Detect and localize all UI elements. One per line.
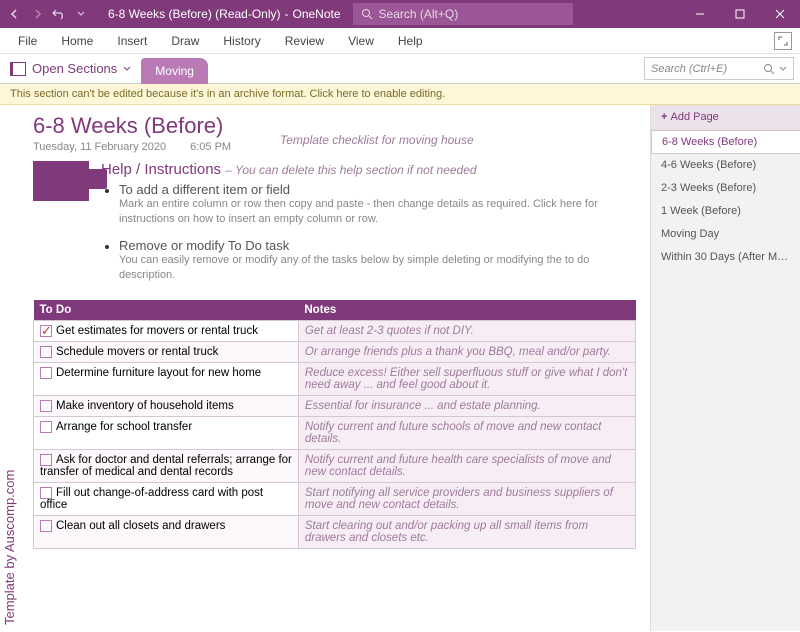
- todo-note[interactable]: Get at least 2-3 quotes if not DIY.: [298, 320, 635, 341]
- menu-help[interactable]: Help: [388, 30, 433, 52]
- th-todo: To Do: [34, 300, 299, 321]
- todo-checkbox[interactable]: [40, 400, 52, 412]
- template-credit: Template by Auscomp.com: [0, 105, 19, 631]
- moving-house-icon: [33, 161, 89, 201]
- todo-checkbox[interactable]: [40, 487, 52, 499]
- quick-search-placeholder: Search (Ctrl+E): [651, 63, 727, 75]
- search-icon: [361, 8, 373, 20]
- todo-checkbox[interactable]: [40, 421, 52, 433]
- app-title: OneNote: [293, 7, 341, 21]
- table-row: Fill out change-of-address card with pos…: [34, 482, 636, 515]
- section-tab-moving[interactable]: Moving: [141, 58, 208, 84]
- template-note: Template checklist for moving house: [280, 133, 474, 147]
- quick-search[interactable]: Search (Ctrl+E): [644, 57, 794, 80]
- page-list-item[interactable]: Within 30 Days (After Move): [651, 246, 800, 269]
- page-list-item[interactable]: 2-3 Weeks (Before): [651, 177, 800, 200]
- menu-view[interactable]: View: [338, 30, 384, 52]
- help-bullet: To add a different item or field Mark an…: [119, 182, 636, 228]
- qat-dropdown-icon[interactable]: [74, 7, 88, 21]
- th-notes: Notes: [298, 300, 635, 321]
- open-sections-dropdown[interactable]: Open Sections: [0, 54, 141, 83]
- page-list-item[interactable]: Moving Day: [651, 223, 800, 246]
- menu-file[interactable]: File: [8, 30, 47, 52]
- todo-text[interactable]: Get estimates for movers or rental truck: [56, 325, 258, 337]
- menu-draw[interactable]: Draw: [161, 30, 209, 52]
- todo-text[interactable]: Clean out all closets and drawers: [56, 520, 225, 532]
- menu-history[interactable]: History: [213, 30, 270, 52]
- table-row: Clean out all closets and drawers Start c…: [34, 515, 636, 548]
- table-row: Get estimates for movers or rental truck…: [34, 320, 636, 341]
- help-subtext: – You can delete this help section if no…: [225, 163, 476, 177]
- table-row: Make inventory of household items Essenti…: [34, 395, 636, 416]
- help-heading: Help / Instructions: [101, 161, 221, 178]
- page-list: + Add Page 6-8 Weeks (Before)4-6 Weeks (…: [650, 105, 800, 631]
- page-list-item[interactable]: 1 Week (Before): [651, 200, 800, 223]
- menu-review[interactable]: Review: [275, 30, 334, 52]
- menu-home[interactable]: Home: [51, 30, 103, 52]
- todo-checkbox[interactable]: [40, 325, 52, 337]
- todo-note[interactable]: Start notifying all service providers an…: [298, 482, 635, 515]
- page-content: Template by Auscomp.com 6-8 Weeks (Befor…: [0, 105, 650, 631]
- doc-title: 6-8 Weeks (Before) (Read-Only): [108, 7, 281, 21]
- help-bullet: Remove or modify To Do task You can easi…: [119, 238, 636, 284]
- close-button[interactable]: [760, 0, 800, 28]
- todo-note[interactable]: Or arrange friends plus a thank you BBQ,…: [298, 341, 635, 362]
- table-row: Ask for doctor and dental referrals; arr…: [34, 449, 636, 482]
- open-sections-label: Open Sections: [32, 61, 117, 76]
- fullscreen-button[interactable]: [774, 32, 792, 50]
- notebook-icon: [10, 62, 26, 76]
- todo-checkbox[interactable]: [40, 346, 52, 358]
- todo-table: To Do Notes Get estimates for movers or …: [33, 300, 636, 549]
- todo-text[interactable]: Arrange for school transfer: [56, 421, 192, 433]
- maximize-button[interactable]: [720, 0, 760, 28]
- chevron-down-icon: [779, 65, 787, 73]
- readonly-warning[interactable]: This section can't be edited because it'…: [0, 84, 800, 105]
- chevron-down-icon: [123, 65, 131, 73]
- todo-text[interactable]: Schedule movers or rental truck: [56, 346, 218, 358]
- todo-note[interactable]: Reduce excess! Either sell superfluous s…: [298, 362, 635, 395]
- table-row: Arrange for school transfer Notify curren…: [34, 416, 636, 449]
- todo-text[interactable]: Determine furniture layout for new home: [56, 367, 261, 379]
- todo-note[interactable]: Notify current and future health care sp…: [298, 449, 635, 482]
- todo-text[interactable]: Make inventory of household items: [56, 400, 234, 412]
- page-list-item[interactable]: 6-8 Weeks (Before): [651, 130, 800, 154]
- todo-checkbox[interactable]: [40, 367, 52, 379]
- page-list-item[interactable]: 4-6 Weeks (Before): [651, 154, 800, 177]
- todo-note[interactable]: Notify current and future schools of mov…: [298, 416, 635, 449]
- todo-checkbox[interactable]: [40, 454, 52, 466]
- title-search[interactable]: Search (Alt+Q): [353, 3, 573, 25]
- add-page-button[interactable]: + Add Page: [651, 105, 800, 130]
- todo-checkbox[interactable]: [40, 520, 52, 532]
- table-row: Schedule movers or rental truck Or arrang…: [34, 341, 636, 362]
- forward-icon[interactable]: [30, 7, 44, 21]
- minimize-button[interactable]: [680, 0, 720, 28]
- page-date: Tuesday, 11 February 2020: [33, 141, 166, 153]
- undo-icon[interactable]: [52, 7, 66, 21]
- back-icon[interactable]: [8, 7, 22, 21]
- page-time: 6:05 PM: [190, 141, 231, 153]
- todo-text[interactable]: Ask for doctor and dental referrals; arr…: [40, 454, 292, 478]
- menu-insert[interactable]: Insert: [107, 30, 157, 52]
- search-icon: [763, 63, 775, 75]
- section-bar: Open Sections Moving Search (Ctrl+E): [0, 54, 800, 84]
- table-row: Determine furniture layout for new home R…: [34, 362, 636, 395]
- todo-note[interactable]: Start clearing out and/or packing up all…: [298, 515, 635, 548]
- todo-note[interactable]: Essential for insurance ... and estate p…: [298, 395, 635, 416]
- title-bar: 6-8 Weeks (Before) (Read-Only) - OneNote…: [0, 0, 800, 28]
- menu-bar: File Home Insert Draw History Review Vie…: [0, 28, 800, 54]
- window-title: 6-8 Weeks (Before) (Read-Only) - OneNote: [96, 7, 353, 21]
- title-search-placeholder: Search (Alt+Q): [379, 7, 459, 21]
- todo-text[interactable]: Fill out change-of-address card with pos…: [40, 487, 263, 511]
